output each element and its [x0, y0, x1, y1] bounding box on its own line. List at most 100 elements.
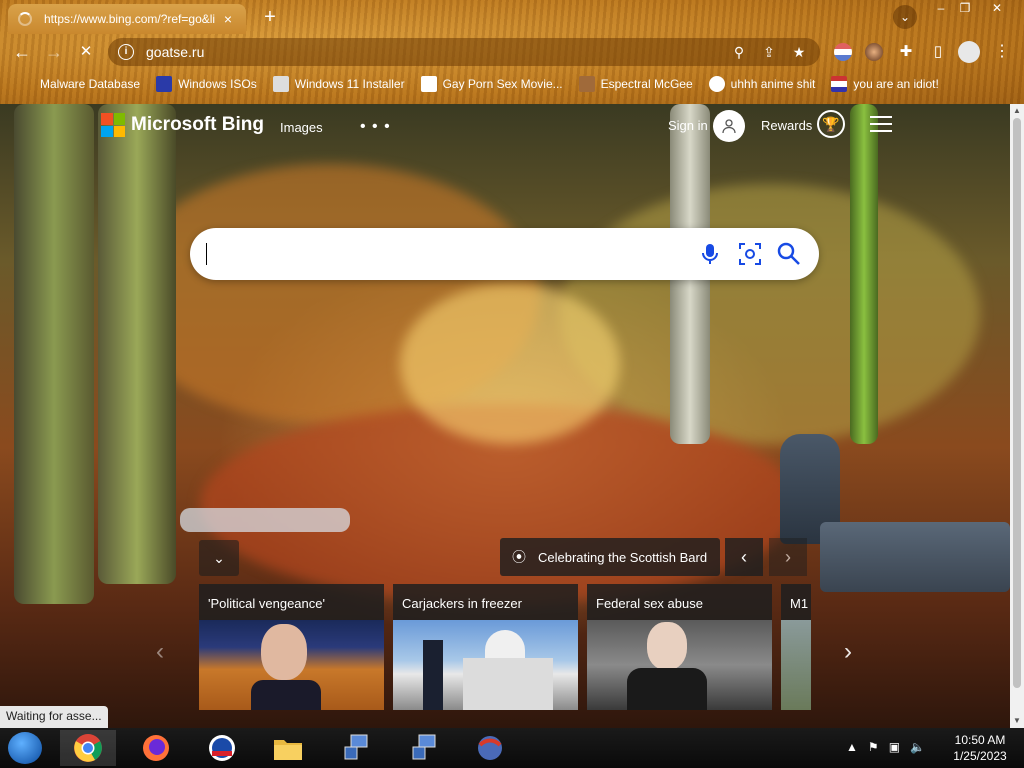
new-tab-button[interactable]: +: [258, 6, 282, 30]
news-card-title: M1: [781, 584, 811, 620]
location-pin-icon: ⦿: [512, 549, 526, 565]
bookmark-star-icon[interactable]: ★: [788, 41, 810, 63]
bookmark-item[interactable]: you are an idiot!: [831, 76, 939, 92]
signin-link[interactable]: Sign in: [668, 118, 708, 133]
url-text[interactable]: goatse.ru: [146, 44, 720, 60]
tab-bing[interactable]: https://www.bing.com/?ref=go&li ×: [8, 4, 246, 34]
taskbar-obama-logo-icon[interactable]: [194, 730, 250, 766]
sidepanel-icon[interactable]: ▯: [926, 40, 950, 64]
scroll-up-icon[interactable]: ▲: [1010, 104, 1024, 118]
window-close-button[interactable]: ✕: [984, 0, 1010, 18]
news-card[interactable]: 'Political vengeance': [199, 584, 384, 710]
news-card-image: [423, 640, 443, 710]
background-foliage: [560, 184, 980, 444]
forward-button[interactable]: →: [42, 40, 66, 64]
clock-date: 1/25/2023: [953, 749, 1007, 763]
news-prev-icon[interactable]: ‹: [148, 638, 172, 670]
tab-title: https://www.bing.com/?ref=go&li: [44, 12, 216, 26]
network-status-icon[interactable]: ▣: [889, 740, 900, 754]
collapse-chevron-icon[interactable]: ⌄: [199, 540, 239, 576]
tray-expand-icon[interactable]: ▲: [846, 740, 858, 754]
browser-window: https://www.bing.com/?ref=go&li × + ⌄ – …: [0, 0, 1024, 728]
scroll-thumb[interactable]: [1013, 118, 1021, 688]
microsoft-logo-icon: [101, 113, 125, 137]
tab-close-icon[interactable]: ×: [220, 11, 236, 27]
browser-chrome: https://www.bing.com/?ref=go&li × + ⌄ – …: [0, 0, 1024, 104]
waterfall: [180, 508, 350, 532]
bookmark-item[interactable]: Windows 11 Installer: [272, 76, 405, 92]
bookmark-favicon-icon: [420, 76, 437, 92]
image-caption[interactable]: ⦿ Celebrating the Scottish Bard: [500, 538, 720, 576]
search-input[interactable]: [206, 240, 686, 268]
user-avatar-icon[interactable]: [713, 110, 745, 142]
minimize-button[interactable]: –: [928, 0, 954, 18]
stop-button[interactable]: ✕: [74, 40, 98, 64]
rewards-trophy-icon[interactable]: 🏆: [817, 110, 845, 138]
extension-flag-icon[interactable]: [834, 43, 852, 61]
text-cursor: [206, 243, 207, 265]
tab-strip: https://www.bing.com/?ref=go&li × + ⌄ – …: [0, 0, 1024, 34]
taskbar-explorer-icon[interactable]: [260, 730, 316, 766]
tree-trunk: [14, 104, 94, 604]
action-center-flag-icon[interactable]: ⚑: [868, 740, 879, 754]
news-card-image: [647, 622, 687, 670]
clock-time: 10:50 AM: [954, 733, 1006, 747]
extension-avatar-icon[interactable]: [865, 43, 883, 61]
system-tray[interactable]: ▲ ⚑ ▣ 🔈: [846, 740, 925, 754]
restore-button[interactable]: ❐: [952, 0, 978, 18]
toolbar: ← → ✕ i goatse.ru ⚲ ⇪ ★ ✚ ▯ ⋮: [0, 36, 1024, 68]
page-scrollbar[interactable]: ▲ ▼: [1010, 104, 1024, 728]
news-card-image: [627, 668, 707, 710]
taskbar-app-icon[interactable]: [462, 730, 518, 766]
news-card[interactable]: Carjackers in freezer: [393, 584, 578, 710]
news-card[interactable]: M1: [781, 584, 811, 710]
search-box[interactable]: [190, 228, 819, 280]
caption-next-button[interactable]: ›: [769, 538, 807, 576]
bookmark-item[interactable]: Gay Porn Sex Movie...: [420, 76, 563, 92]
bookmark-favicon-icon: [831, 76, 848, 92]
hamburger-menu-icon[interactable]: [870, 116, 892, 134]
search-zoom-icon[interactable]: ⚲: [728, 41, 750, 63]
news-card-image: [781, 620, 811, 710]
bookmark-item[interactable]: Windows ISOs: [156, 76, 257, 92]
bookmark-favicon-icon: [708, 76, 725, 92]
taskbar: ▲ ⚑ ▣ 🔈 10:50 AM 1/25/2023: [0, 728, 1024, 768]
news-card-image: [393, 620, 578, 710]
taskbar-firefox-icon[interactable]: [128, 730, 184, 766]
caption-prev-button[interactable]: ‹: [725, 538, 763, 576]
taskbar-network-icon[interactable]: [328, 730, 384, 766]
more-menu-icon[interactable]: • • •: [360, 118, 391, 136]
share-icon[interactable]: ⇪: [758, 41, 780, 63]
news-card-title: 'Political vengeance': [199, 584, 384, 620]
bookmark-item[interactable]: uhhh anime shit: [708, 76, 815, 92]
bookmark-favicon-icon: [272, 76, 289, 92]
tab-search-button[interactable]: ⌄: [893, 5, 917, 29]
taskbar-network-icon[interactable]: [396, 730, 452, 766]
scroll-down-icon[interactable]: ▼: [1010, 714, 1024, 728]
brand-name: Microsoft Bing: [131, 114, 264, 135]
address-bar[interactable]: i goatse.ru ⚲ ⇪ ★: [108, 38, 820, 66]
site-info-icon[interactable]: i: [118, 44, 134, 60]
back-button[interactable]: ←: [10, 40, 34, 64]
news-next-icon[interactable]: ›: [836, 638, 860, 670]
bookmark-item[interactable]: Espectral McGee: [578, 76, 693, 92]
menu-kebab-icon[interactable]: ⋮: [990, 40, 1014, 64]
news-card[interactable]: Federal sex abuse: [587, 584, 772, 710]
visual-search-icon[interactable]: [736, 240, 764, 268]
search-icon[interactable]: [775, 240, 803, 268]
news-card-image: [199, 620, 384, 710]
taskbar-clock[interactable]: 10:50 AM 1/25/2023: [944, 732, 1016, 764]
microphone-icon[interactable]: [696, 240, 724, 268]
rewards-link[interactable]: Rewards: [761, 118, 812, 133]
news-card-image: [485, 630, 525, 660]
bookmark-favicon-icon: [156, 76, 173, 92]
bookmark-item[interactable]: Malware Database: [18, 76, 140, 92]
taskbar-chrome-icon[interactable]: [60, 730, 116, 766]
bing-logo[interactable]: Microsoft Bing: [101, 113, 264, 137]
volume-icon[interactable]: 🔈: [910, 740, 925, 754]
images-link[interactable]: Images: [280, 120, 323, 135]
news-card-image: [587, 620, 772, 710]
start-button[interactable]: [8, 732, 42, 764]
profile-icon[interactable]: [958, 41, 980, 63]
extensions-puzzle-icon[interactable]: ✚: [894, 40, 918, 64]
